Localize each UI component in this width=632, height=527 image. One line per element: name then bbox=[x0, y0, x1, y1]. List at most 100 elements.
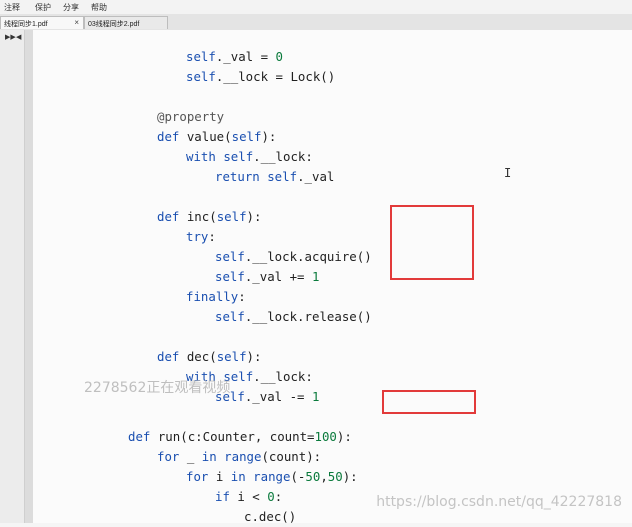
code-line: self.__lock.release() bbox=[215, 307, 372, 327]
code-token: ._val -= bbox=[244, 389, 312, 404]
code-token: range bbox=[253, 469, 291, 484]
document-page: self._val = 0 self.__lock = Lock() @proper… bbox=[33, 30, 632, 524]
code-line: if i < 0: bbox=[215, 487, 282, 507]
source-watermark: https://blog.csdn.net/qq_42227818 bbox=[376, 494, 622, 510]
code-token: .__lock.acquire() bbox=[244, 249, 372, 264]
code-line: try: bbox=[186, 227, 216, 247]
code-line: self.__lock.acquire() bbox=[215, 247, 372, 267]
code-token: ): bbox=[342, 469, 358, 484]
code-token: range bbox=[224, 449, 262, 464]
code-token: ( bbox=[209, 209, 217, 224]
code-token: 1 bbox=[311, 269, 320, 284]
code-line: return self._val bbox=[215, 167, 334, 187]
code-token: in bbox=[230, 469, 254, 484]
code-token: run bbox=[157, 429, 181, 444]
code-token: inc bbox=[186, 209, 210, 224]
code-line: self.__lock = Lock() bbox=[186, 67, 335, 87]
code-token: c.dec() bbox=[244, 509, 297, 524]
code-token: self bbox=[223, 149, 254, 164]
code-token: 50 bbox=[305, 469, 321, 484]
code-token: 0 bbox=[267, 489, 275, 504]
tab-label: 线程同步1.pdf bbox=[4, 21, 48, 28]
code-token: try bbox=[186, 229, 209, 244]
code-token: 100 bbox=[314, 429, 337, 444]
code-line: def run(c:Counter, count=100): bbox=[128, 427, 352, 447]
code-token: ._val = bbox=[215, 49, 276, 64]
code-token: : bbox=[274, 489, 283, 504]
menu-share[interactable]: 分享 bbox=[63, 2, 79, 13]
code-token: def bbox=[157, 209, 187, 224]
code-line: self._val += 1 bbox=[215, 267, 319, 287]
code-token: self bbox=[216, 349, 247, 364]
code-token: ._val += bbox=[244, 269, 312, 284]
code-line: def inc(self): bbox=[157, 207, 261, 227]
code-line: self._val = 0 bbox=[186, 47, 283, 67]
code-token: 1 bbox=[311, 389, 320, 404]
code-line: c.dec() bbox=[244, 507, 296, 527]
first-page-icon[interactable]: ▶▶ bbox=[5, 33, 16, 41]
code-token: ): bbox=[246, 209, 262, 224]
code-token: : bbox=[208, 229, 216, 244]
code-line: finally: bbox=[186, 287, 246, 307]
code-token: i < bbox=[237, 489, 268, 504]
code-token: , bbox=[320, 469, 328, 484]
code-token: ( bbox=[224, 129, 232, 144]
annotation-box bbox=[382, 390, 476, 414]
code-token: ): bbox=[261, 129, 277, 144]
code-token: self bbox=[186, 69, 216, 84]
code-token: dec bbox=[186, 349, 210, 364]
code-token: in bbox=[201, 449, 225, 464]
code-token: self bbox=[216, 209, 247, 224]
code-line: with self.__lock: bbox=[186, 147, 313, 167]
code-token: i bbox=[215, 469, 231, 484]
code-token: self bbox=[186, 49, 216, 64]
code-line: def value(self): bbox=[157, 127, 276, 147]
code-token: self bbox=[267, 169, 298, 184]
code-token: self bbox=[215, 309, 245, 324]
code-token: .__lock.release() bbox=[244, 309, 372, 324]
code-line: def dec(self): bbox=[157, 347, 261, 367]
code-token: .__lock: bbox=[253, 369, 313, 384]
menu-help[interactable]: 帮助 bbox=[91, 2, 107, 13]
code-token: return bbox=[215, 169, 268, 184]
code-token: (count): bbox=[261, 449, 322, 464]
code-token: value bbox=[186, 129, 225, 144]
annotation-box bbox=[390, 205, 474, 280]
code-line: @property bbox=[157, 107, 224, 127]
text-cursor-icon: I bbox=[504, 166, 512, 180]
tab-document-1[interactable]: 线程同步1.pdf × bbox=[0, 16, 84, 29]
tab-bar: 线程同步1.pdf × 03线程同步2.pdf bbox=[0, 14, 632, 31]
code-token: def bbox=[157, 349, 187, 364]
code-token: 50 bbox=[327, 469, 343, 484]
code-token: ): bbox=[336, 429, 352, 444]
tab-document-2[interactable]: 03线程同步2.pdf bbox=[84, 16, 168, 29]
viewer-overlay: 2278562正在观看视频 bbox=[84, 380, 231, 396]
menu-protect[interactable]: 保护 bbox=[35, 2, 51, 13]
code-token: : bbox=[238, 289, 246, 304]
code-token: 0 bbox=[275, 49, 283, 64]
menu-bar: 注释 保护 分享 帮助 bbox=[0, 0, 632, 14]
code-token: if bbox=[215, 489, 238, 504]
prev-page-icon[interactable]: ◀ bbox=[16, 33, 21, 41]
code-token: self bbox=[215, 269, 245, 284]
code-token: (- bbox=[290, 469, 306, 484]
side-nav-strip: ▶▶ ◀ bbox=[0, 30, 25, 523]
code-token: for bbox=[186, 469, 216, 484]
code-token: _ bbox=[186, 449, 202, 464]
code-listing: self._val = 0 self.__lock = Lock() @proper… bbox=[33, 30, 632, 524]
code-token: def bbox=[157, 129, 187, 144]
code-line: self._val -= 1 bbox=[215, 387, 319, 407]
code-token: .__lock: bbox=[253, 149, 313, 164]
code-line: for i in range(-50,50): bbox=[186, 467, 358, 487]
menu-annotate[interactable]: 注释 bbox=[4, 2, 20, 13]
code-token: self bbox=[215, 249, 245, 264]
code-token: ( bbox=[209, 349, 217, 364]
code-line: for _ in range(count): bbox=[157, 447, 321, 467]
code-token: self bbox=[231, 129, 262, 144]
close-icon[interactable]: × bbox=[74, 18, 79, 27]
panel-divider[interactable] bbox=[25, 30, 33, 523]
code-token: finally bbox=[186, 289, 239, 304]
code-token: ._val bbox=[297, 169, 335, 184]
tab-label: 03线程同步2.pdf bbox=[88, 21, 140, 28]
code-token: def bbox=[128, 429, 158, 444]
